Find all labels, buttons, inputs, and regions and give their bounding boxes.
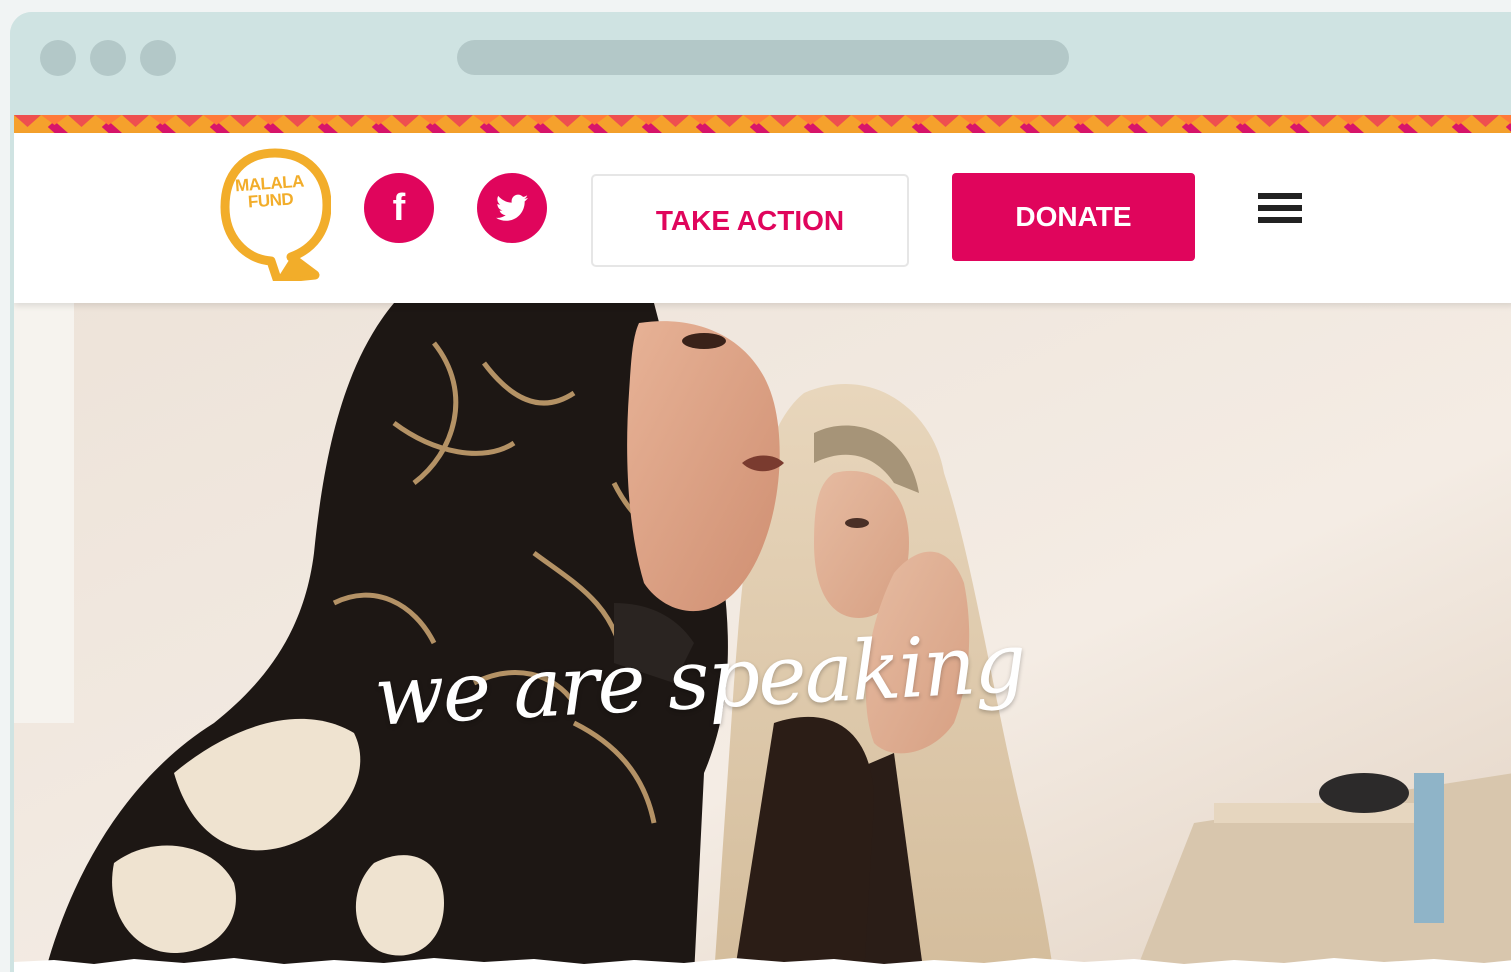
facebook-button[interactable]: f [364,173,434,243]
site-header: MALALA FUND f TAKE ACTION DONATE [14,133,1511,303]
torn-paper-edge [14,958,1511,972]
zigzag-pattern-banner [14,115,1511,133]
malala-fund-logo[interactable]: MALALA FUND [219,145,331,281]
facebook-icon: f [392,187,406,229]
browser-window: MALALA FUND f TAKE ACTION DONATE we are … [10,12,1511,972]
logo-text: MALALA FUND [232,172,308,212]
hamburger-icon[interactable] [1258,191,1302,227]
window-close-button[interactable] [40,40,76,76]
logo-q-shape-icon [220,148,331,281]
twitter-icon [496,194,528,221]
donate-button[interactable]: DONATE [952,173,1195,261]
address-bar[interactable] [457,40,1069,75]
hero-banner: we are speaking [14,303,1511,972]
take-action-button[interactable]: TAKE ACTION [591,174,909,267]
window-minimize-button[interactable] [90,40,126,76]
browser-toolbar [10,12,1511,115]
window-maximize-button[interactable] [140,40,176,76]
twitter-button[interactable] [477,173,547,243]
page-viewport: MALALA FUND f TAKE ACTION DONATE we are … [14,115,1511,972]
